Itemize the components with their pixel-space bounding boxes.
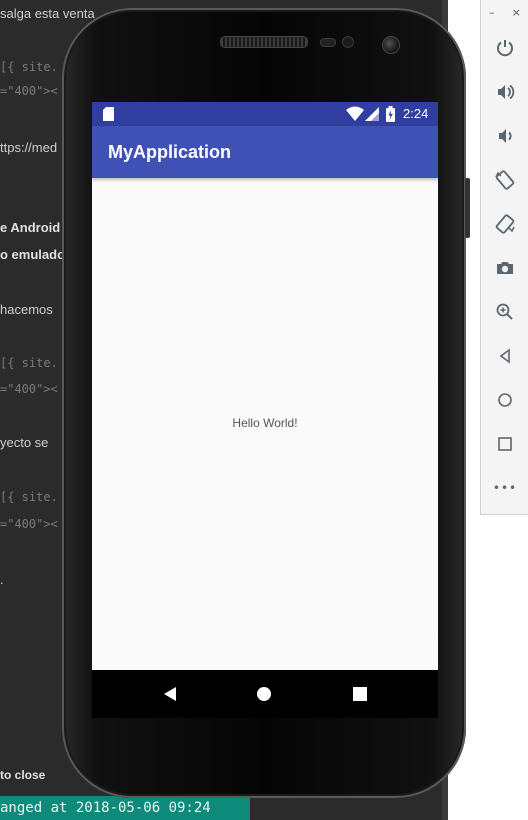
editor-line: ="400"><	[0, 382, 58, 396]
close-button[interactable]: ×	[512, 6, 521, 19]
camera-icon	[497, 262, 513, 274]
minimize-button[interactable]: –	[489, 6, 495, 19]
editor-line: e Android	[0, 220, 61, 235]
volume-down-button[interactable]	[481, 120, 528, 152]
nav-home-icon	[257, 687, 271, 701]
editor-line: ="400"><	[0, 84, 58, 98]
hello-world-text: Hello World!	[232, 416, 298, 430]
side-button[interactable]	[465, 178, 470, 238]
editor-line: o emulado	[0, 247, 66, 262]
app-bar: MyApplication	[92, 126, 438, 178]
proximity-sensor	[320, 38, 336, 47]
editor-line: [{ site.	[0, 356, 58, 370]
volume-down-icon	[499, 129, 512, 143]
overview-button[interactable]	[481, 428, 528, 460]
home-button[interactable]	[481, 384, 528, 416]
overview-icon	[498, 437, 512, 451]
power-button[interactable]	[481, 32, 528, 64]
front-camera	[382, 36, 400, 54]
editor-line: yecto se	[0, 435, 49, 450]
clock: 2:24	[403, 106, 429, 121]
zoom-icon	[496, 303, 513, 320]
battery-icon	[386, 106, 395, 122]
volume-up-button[interactable]	[481, 76, 528, 108]
more-icon: •••	[492, 481, 518, 495]
nav-back-button[interactable]	[158, 682, 182, 706]
editor-line: [{ site.	[0, 490, 58, 504]
home-icon	[498, 393, 512, 407]
phone-frame: 2:24 MyApplication Hello World!	[62, 8, 470, 798]
device-screen: 2:24 MyApplication Hello World!	[92, 102, 438, 670]
sd-card-icon	[103, 107, 114, 121]
nav-back-icon	[164, 687, 176, 701]
nav-home-button[interactable]	[252, 682, 276, 706]
app-title: MyApplication	[108, 142, 232, 162]
back-button[interactable]	[481, 340, 528, 372]
nav-overview-button[interactable]	[348, 682, 372, 706]
power-icon	[497, 40, 513, 57]
rotate-right-button[interactable]	[481, 208, 528, 240]
earpiece-speaker	[220, 36, 308, 48]
wifi-icon	[346, 106, 364, 121]
back-icon	[499, 348, 510, 364]
volume-up-icon	[498, 84, 515, 100]
window-controls: – ×	[481, 6, 528, 19]
editor-line: .	[0, 572, 4, 587]
android-nav-bar	[92, 670, 438, 718]
emulator-toolbar: – × •••	[480, 0, 528, 515]
light-sensor	[342, 36, 354, 48]
more-button[interactable]: •••	[481, 472, 528, 504]
editor-line: to close	[0, 768, 46, 782]
signal-icon	[365, 107, 379, 121]
rotate-left-icon	[495, 170, 515, 190]
editor-line: [{ site.	[0, 60, 58, 74]
editor-line: ttps://med	[0, 140, 58, 155]
android-status-bar: 2:24	[92, 102, 438, 126]
nav-overview-icon	[353, 687, 367, 701]
editor-status-strip: anged at 2018-05-06 09:24	[0, 796, 250, 820]
screenshot-button[interactable]	[481, 252, 528, 284]
editor-line: ="400"><	[0, 517, 58, 531]
zoom-button[interactable]	[481, 296, 528, 328]
rotate-right-icon	[495, 214, 515, 234]
editor-line: hacemos	[0, 302, 53, 317]
editor-line: salga esta venta	[0, 6, 95, 21]
rotate-left-button[interactable]	[481, 164, 528, 196]
